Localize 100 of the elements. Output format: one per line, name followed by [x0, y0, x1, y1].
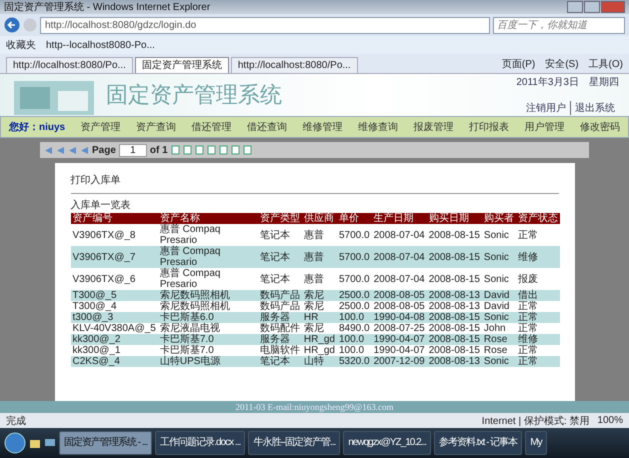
footer-text: 2011-03 E-mail:niuyongsheng99@163.com: [0, 401, 629, 413]
table-cell: 维修: [516, 246, 560, 268]
nav-link[interactable]: 用户管理: [524, 120, 564, 134]
nav-link[interactable]: 报废管理: [414, 120, 454, 134]
site-title: 固定资产管理系统: [106, 81, 282, 109]
table-cell: 索尼: [302, 290, 337, 301]
taskbar-button[interactable]: 参考资料.txt - 记事本: [434, 431, 522, 455]
table-cell: 2008-07-04: [372, 246, 427, 268]
browser-tab[interactable]: 固定资产管理系统: [134, 57, 229, 73]
command-menu[interactable]: 安全(S): [545, 56, 579, 70]
taskbar-button[interactable]: 固定资产管理系统 - ...: [59, 431, 152, 455]
nav-link[interactable]: 维修查询: [358, 120, 398, 134]
status-text: 完成: [6, 414, 26, 428]
table-cell: 维修: [516, 334, 560, 345]
table-cell: 笔记本: [258, 356, 302, 367]
taskbar-button[interactable]: My: [525, 431, 547, 455]
table-cell: Sonic: [482, 246, 516, 268]
table-cell: 2008-08-15: [426, 268, 482, 290]
table-cell: 2008-08-15: [426, 334, 482, 345]
table-cell: 5700.0: [337, 268, 372, 290]
table-cell: 山特UPS电源: [158, 356, 258, 367]
table-cell: HR: [302, 312, 337, 323]
table-cell: 1990-04-08: [372, 312, 427, 323]
table-cell: Rose: [482, 345, 516, 356]
command-menu[interactable]: 页面(P): [502, 56, 536, 70]
column-header: 生产日期: [372, 213, 427, 224]
table-cell: 1990-04-07: [372, 334, 427, 345]
desktop-icon[interactable]: [44, 437, 56, 449]
table-cell: Sonic: [482, 312, 516, 323]
table-cell: 1990-04-07: [372, 345, 427, 356]
taskbar-button[interactable]: 牛永胜--固定资产管...: [248, 431, 340, 455]
folder-icon[interactable]: [29, 437, 41, 449]
table-cell: 笔记本: [258, 224, 302, 246]
nav-link[interactable]: 借还管理: [192, 120, 232, 134]
minimize-button[interactable]: [567, 1, 583, 13]
header-link[interactable]: 退出系统: [570, 101, 619, 115]
header-link[interactable]: 注销用户: [522, 101, 570, 115]
table-cell: 2008-07-25: [372, 323, 427, 334]
table-cell: 索尼: [302, 323, 337, 334]
table-cell: 2008-08-13: [426, 290, 482, 301]
table-cell: V3906TX@_8: [70, 224, 158, 246]
table-cell: 正常: [516, 224, 560, 246]
table-cell: 笔记本: [258, 268, 302, 290]
nav-link[interactable]: 借还查询: [247, 120, 288, 134]
zoom-control[interactable]: 100%: [597, 415, 623, 426]
table-cell: 服务器: [258, 312, 302, 323]
table-cell: 报废: [516, 268, 560, 290]
table-caption: 入库单一览表: [70, 198, 132, 212]
table-cell: David: [482, 290, 516, 301]
table-cell: 5700.0: [337, 224, 372, 246]
column-header: 单价: [337, 213, 372, 224]
table-cell: 数码产品: [258, 301, 302, 312]
table-cell: 2008-08-13: [426, 356, 482, 367]
column-header: 购买者: [482, 213, 516, 224]
table-cell: T300@_4: [70, 301, 158, 312]
table-cell: 2008-07-04: [372, 268, 427, 290]
table-cell: 正常: [516, 356, 560, 367]
back-icon[interactable]: [4, 17, 20, 33]
browser-tab[interactable]: http://localhost:8080/Po...: [230, 57, 358, 73]
nav-link[interactable]: 打印报表: [469, 120, 509, 134]
browser-tab[interactable]: http://localhost:8080/Po...: [6, 57, 133, 73]
table-cell: 2008-08-05: [372, 290, 427, 301]
nav-link[interactable]: 修改密码: [580, 120, 620, 134]
table-cell: C2KS@_4: [70, 356, 158, 367]
nav-link[interactable]: 资产查询: [136, 120, 176, 134]
table-cell: 100.0: [337, 334, 372, 345]
favorite-link[interactable]: http--localhost8080-Po...: [46, 40, 155, 50]
table-cell: 卡巴斯基7.0: [158, 334, 258, 345]
nav-link[interactable]: 资产管理: [80, 120, 121, 134]
address-field[interactable]: http://localhost:8080/gdzc/login.do: [40, 16, 490, 34]
table-cell: 惠普 Compaq Presario: [158, 268, 258, 290]
column-header: 资产编号: [70, 213, 158, 224]
table-cell: 惠普 Compaq Presario: [158, 224, 258, 246]
table-cell: 笔记本: [258, 246, 302, 268]
table-cell: 正常: [516, 323, 560, 334]
table-cell: 借出: [516, 290, 560, 301]
table-cell: Sonic: [482, 224, 516, 246]
favorites-button[interactable]: 收藏夹: [6, 38, 36, 52]
search-field[interactable]: 百度一下，你就知道: [493, 16, 625, 34]
table-cell: 索尼液晶电视: [158, 323, 258, 334]
security-zone: Internet | 保护模式: 禁用: [482, 414, 590, 428]
window-title: 固定资产管理系统 - Windows Internet Explorer: [4, 0, 210, 14]
table-cell: 2008-08-05: [372, 301, 427, 312]
command-menu[interactable]: 工具(O): [588, 56, 623, 70]
maximize-button[interactable]: [584, 1, 600, 13]
column-header: 资产状态: [516, 213, 560, 224]
report-title: 打印入库单: [70, 174, 122, 187]
table-cell: Rose: [482, 334, 516, 345]
table-cell: 2500.0: [337, 290, 372, 301]
column-header: 资产类型: [258, 213, 302, 224]
table-cell: T300@_5: [70, 290, 158, 301]
table-cell: 索尼: [302, 301, 337, 312]
taskbar-button[interactable]: 工作问题记录.docx ...: [155, 431, 246, 455]
taskbar-button[interactable]: newqgzx@YZ_10.2...: [343, 431, 432, 455]
table-cell: 2008-08-15: [426, 312, 482, 323]
start-button[interactable]: [4, 432, 26, 454]
table-cell: 卡巴斯基6.0: [158, 312, 258, 323]
page-field[interactable]: 1: [118, 144, 147, 156]
nav-link[interactable]: 维修管理: [302, 120, 343, 134]
table-cell: 正常: [516, 312, 560, 323]
